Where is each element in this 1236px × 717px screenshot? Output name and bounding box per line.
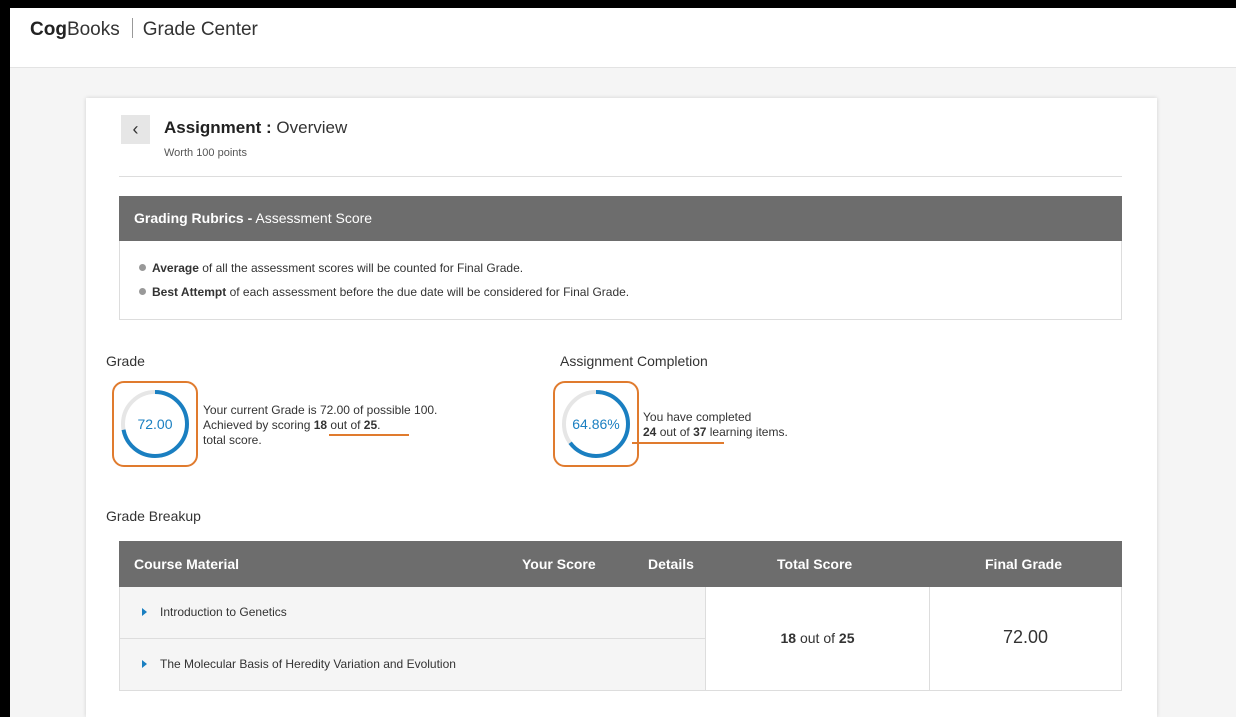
grade-score: 18: [313, 418, 328, 432]
section-title: Grade Center: [142, 19, 258, 40]
brand-rest: Books: [66, 19, 120, 40]
table-row[interactable]: Introduction to Genetics: [120, 587, 706, 638]
completion-done: 24: [643, 425, 657, 439]
completion-highlight: 64.86%: [553, 381, 639, 467]
rubric-head-bold: Grading Rubrics -: [134, 210, 253, 226]
rubric-item-text: of each assessment before the due date w…: [226, 285, 630, 299]
final-grade-cell: 72.00: [1002, 627, 1049, 647]
title-bold: Assignment :: [164, 118, 272, 137]
expand-arrow-icon: [142, 608, 147, 616]
grade-line-2: Achieved by scoring 18 out of 25.: [203, 418, 437, 433]
page-subtitle: Worth 100 points: [164, 147, 247, 159]
grade-highlight: 72.00: [112, 381, 198, 467]
page-title: Assignment : Overview: [164, 118, 347, 138]
grade-score-underline: [329, 434, 409, 436]
brand-divider: [131, 18, 133, 38]
grade-line-1: Your current Grade is 72.00 of possible …: [203, 403, 438, 417]
rubric-body: Average of all the assessment scores wil…: [119, 241, 1122, 320]
table-row[interactable]: The Molecular Basis of Heredity Variatio…: [120, 639, 706, 690]
app-brand[interactable]: CogBooks Grade Center: [30, 18, 258, 41]
top-bar: CogBooks Grade Center: [10, 8, 1236, 68]
divider: [119, 176, 1122, 177]
completion-total: 37: [693, 425, 707, 439]
rubric-header: Grading Rubrics - Assessment Score: [119, 196, 1122, 241]
grade-breakup-label: Grade Breakup: [106, 508, 201, 524]
total-score-total: 25: [838, 630, 855, 646]
rubric-item: Average of all the assessment scores wil…: [139, 261, 523, 275]
rubric-item-text: of all the assessment scores will be cou…: [198, 261, 524, 275]
completion-out-of: out of: [656, 425, 694, 439]
grade-value: 72.00: [137, 416, 173, 432]
completion-line-1: You have completed: [643, 410, 752, 424]
back-button[interactable]: ‹: [121, 115, 150, 144]
chevron-left-icon: ‹: [132, 119, 139, 139]
assignment-card: ‹ Assignment : Overview Worth 100 points…: [86, 98, 1157, 717]
completion-description: You have completed 24 out of 37 learning…: [643, 410, 788, 440]
completion-label: Assignment Completion: [560, 353, 708, 369]
completion-rest: learning items.: [706, 425, 788, 439]
grade-out-of: out of: [327, 418, 364, 432]
completion-underline: [632, 442, 724, 444]
expand-arrow-icon: [142, 660, 147, 668]
rubric-item: Best Attempt of each assessment before t…: [139, 285, 629, 299]
completion-line-2: 24 out of 37 learning items.: [643, 425, 788, 440]
col-final-grade: Final Grade: [985, 556, 1063, 572]
course-material-name: The Molecular Basis of Heredity Variatio…: [160, 657, 456, 671]
brand-bold: Cog: [30, 19, 67, 40]
rubric-item-bold: Best Attempt: [152, 285, 227, 299]
title-rest: Overview: [271, 118, 348, 137]
rubric-head-rest: Assessment Score: [252, 210, 373, 226]
grade-label: Grade: [106, 353, 145, 369]
bullet-icon: [139, 264, 146, 271]
rubric-item-bold: Average: [152, 261, 199, 275]
grade-line-2-prefix: Achieved by scoring: [203, 418, 314, 432]
breakup-table-body: Introduction to Genetics The Molecular B…: [119, 587, 1122, 691]
total-score-value: 18: [780, 630, 797, 646]
total-score-cell: 18 out of 25: [706, 587, 930, 690]
grade-description: Your current Grade is 72.00 of possible …: [203, 403, 437, 448]
grade-total: 25: [363, 418, 378, 432]
col-details: Details: [648, 556, 694, 572]
total-score-out-of: out of: [796, 630, 839, 646]
grade-period: .: [377, 418, 381, 432]
col-course-material: Course Material: [134, 556, 240, 572]
col-total-score: Total Score: [777, 556, 853, 572]
col-your-score: Your Score: [522, 556, 596, 572]
completion-value: 64.86%: [572, 416, 620, 432]
breakup-table-header: Course Material Your Score Details Total…: [119, 541, 1122, 587]
course-material-name: Introduction to Genetics: [160, 605, 287, 619]
bullet-icon: [139, 288, 146, 295]
